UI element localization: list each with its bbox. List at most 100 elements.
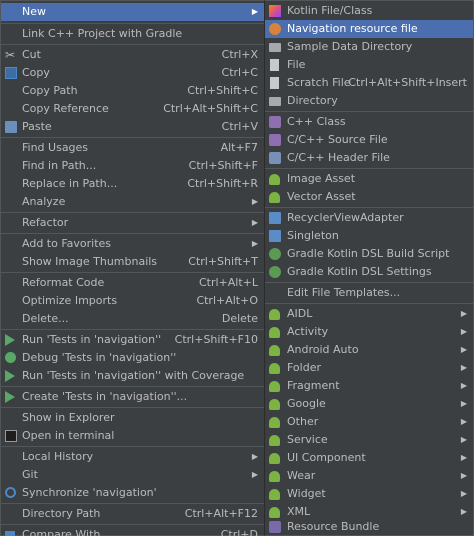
separator [1, 212, 264, 213]
submenu-item-edit-file-templates[interactable]: Edit File Templates... [265, 284, 473, 302]
menu-item-optimize-imports[interactable]: Optimize Imports Ctrl+Alt+O [1, 292, 264, 310]
submenu-item-gradle-build-script[interactable]: Gradle Kotlin DSL Build Script [265, 245, 473, 263]
menu-item-copy[interactable]: Copy Ctrl+C [1, 64, 264, 82]
submenu-item-aidl[interactable]: AIDL ▶ [265, 305, 473, 323]
menu-item-run-tests[interactable]: Run 'Tests in 'navigation'' Ctrl+Shift+F… [1, 331, 264, 349]
file-icon [270, 59, 279, 71]
menu-item-add-to-favorites[interactable]: Add to Favorites ▶ [1, 235, 264, 253]
debug-icon [5, 352, 16, 363]
menu-item-new[interactable]: New ▶ [1, 3, 264, 21]
menu-item-copy-reference[interactable]: Copy Reference Ctrl+Alt+Shift+C [1, 100, 264, 118]
submenu-item-gradle-settings[interactable]: Gradle Kotlin DSL Settings [265, 263, 473, 281]
menu-item-directory-path[interactable]: Directory Path Ctrl+Alt+F12 [1, 505, 264, 523]
menu-item-find-in-path[interactable]: Find in Path... Ctrl+Shift+F [1, 157, 264, 175]
menu-item-label: Image Asset [287, 172, 356, 185]
separator [1, 386, 264, 387]
submenu-item-fragment[interactable]: Fragment ▶ [265, 377, 473, 395]
menu-item-compare-with[interactable]: Compare With... Ctrl+D [1, 526, 264, 536]
android-icon [269, 471, 280, 482]
submenu-item-sample-data-directory[interactable]: Sample Data Directory [265, 38, 473, 56]
menu-item-label: Navigation resource file [287, 22, 418, 35]
menu-item-label: Service [287, 433, 328, 446]
separator [1, 524, 264, 525]
menu-item-label: Optimize Imports [22, 294, 118, 307]
menu-item-open-in-terminal[interactable]: Open in terminal [1, 427, 264, 445]
menu-item-local-history[interactable]: Local History ▶ [1, 448, 264, 466]
menu-item-label: Analyze [22, 195, 66, 208]
menu-item-create-tests[interactable]: Create 'Tests in 'navigation''... [1, 388, 264, 406]
submenu-item-directory[interactable]: Directory [265, 92, 473, 110]
submenu-item-google[interactable]: Google ▶ [265, 395, 473, 413]
submenu-item-ui-component[interactable]: UI Component ▶ [265, 449, 473, 467]
submenu-item-other[interactable]: Other ▶ [265, 413, 473, 431]
menu-item-delete[interactable]: Delete... Delete [1, 310, 264, 328]
menu-item-reformat-code[interactable]: Reformat Code Ctrl+Alt+L [1, 274, 264, 292]
menu-item-link-cpp[interactable]: Link C++ Project with Gradle [1, 25, 264, 43]
menu-item-label: Compare With... [22, 528, 111, 536]
submenu-arrow-icon: ▶ [460, 345, 467, 354]
shortcut-label: Ctrl+Alt+F12 [184, 507, 258, 520]
menu-item-label: C/C++ Header File [287, 151, 390, 164]
submenu-item-kotlin-file[interactable]: Kotlin File/Class [265, 2, 473, 20]
menu-item-label: Local History [22, 450, 94, 463]
folder-icon [269, 43, 281, 52]
submenu-item-widget[interactable]: Widget ▶ [265, 485, 473, 503]
submenu-item-wear[interactable]: Wear ▶ [265, 467, 473, 485]
menu-item-synchronize[interactable]: Synchronize 'navigation' [1, 484, 264, 502]
compare-icon [5, 531, 15, 536]
folder-icon [269, 97, 281, 106]
menu-item-label: Link C++ Project with Gradle [22, 27, 183, 40]
menu-item-label: Add to Favorites [22, 237, 112, 250]
android-icon [269, 381, 280, 392]
menu-item-label: File [287, 58, 306, 71]
submenu-item-recyclerviewadapter[interactable]: RecyclerViewAdapter [265, 209, 473, 227]
menu-item-run-with-coverage[interactable]: Run 'Tests in 'navigation'' with Coverag… [1, 367, 264, 385]
submenu-item-cpp-source[interactable]: C/C++ Source File [265, 131, 473, 149]
separator [1, 407, 264, 408]
submenu-item-vector-asset[interactable]: Vector Asset [265, 188, 473, 206]
menu-item-label: Gradle Kotlin DSL Settings [287, 265, 432, 278]
menu-item-show-in-explorer[interactable]: Show in Explorer [1, 409, 264, 427]
android-icon [269, 507, 280, 518]
coverage-icon [5, 370, 15, 382]
menu-item-label: Show in Explorer [22, 411, 115, 424]
submenu-item-service[interactable]: Service ▶ [265, 431, 473, 449]
menu-item-copy-path[interactable]: Copy Path Ctrl+Shift+C [1, 82, 264, 100]
context-menu: New ▶ Link C++ Project with Gradle ✂ Cut… [0, 0, 265, 536]
menu-item-git[interactable]: Git ▶ [1, 466, 264, 484]
submenu-item-resource-bundle[interactable]: Resource Bundle [265, 518, 473, 536]
submenu-item-activity[interactable]: Activity ▶ [265, 323, 473, 341]
menu-item-analyze[interactable]: Analyze ▶ [1, 193, 264, 211]
menu-item-refactor[interactable]: Refactor ▶ [1, 214, 264, 232]
submenu-item-android-auto[interactable]: Android Auto ▶ [265, 341, 473, 359]
navigation-icon [269, 23, 281, 35]
submenu-item-image-asset[interactable]: Image Asset [265, 170, 473, 188]
shortcut-label: Ctrl+C [221, 66, 258, 79]
separator [265, 303, 473, 304]
shortcut-label: Ctrl+Shift+R [187, 177, 258, 190]
submenu-item-folder[interactable]: Folder ▶ [265, 359, 473, 377]
submenu-item-singleton[interactable]: Singleton [265, 227, 473, 245]
menu-item-paste[interactable]: Paste Ctrl+V [1, 118, 264, 136]
submenu-item-cpp-header[interactable]: C/C++ Header File [265, 149, 473, 167]
submenu-item-file[interactable]: File [265, 56, 473, 74]
submenu-item-scratch-file[interactable]: Scratch File Ctrl+Alt+Shift+Insert [265, 74, 473, 92]
separator [1, 503, 264, 504]
menu-item-cut[interactable]: ✂ Cut Ctrl+X [1, 46, 264, 64]
shortcut-label: Ctrl+D [220, 528, 258, 536]
menu-item-debug-tests[interactable]: Debug 'Tests in 'navigation'' [1, 349, 264, 367]
submenu-item-cpp-class[interactable]: C++ Class [265, 113, 473, 131]
submenu-arrow-icon: ▶ [460, 417, 467, 426]
separator [265, 207, 473, 208]
menu-item-label: Directory Path [22, 507, 101, 520]
menu-item-label: C/C++ Source File [287, 133, 388, 146]
menu-item-find-usages[interactable]: Find Usages Alt+F7 [1, 139, 264, 157]
menu-item-replace-in-path[interactable]: Replace in Path... Ctrl+Shift+R [1, 175, 264, 193]
submenu-arrow-icon: ▶ [460, 381, 467, 390]
submenu-arrow-icon: ▶ [460, 363, 467, 372]
submenu-arrow-icon: ▶ [460, 327, 467, 336]
menu-item-show-image-thumbnails[interactable]: Show Image Thumbnails Ctrl+Shift+T [1, 253, 264, 271]
menu-item-label: Kotlin File/Class [287, 4, 373, 17]
separator [1, 137, 264, 138]
submenu-item-navigation-resource[interactable]: Navigation resource file [265, 20, 473, 38]
